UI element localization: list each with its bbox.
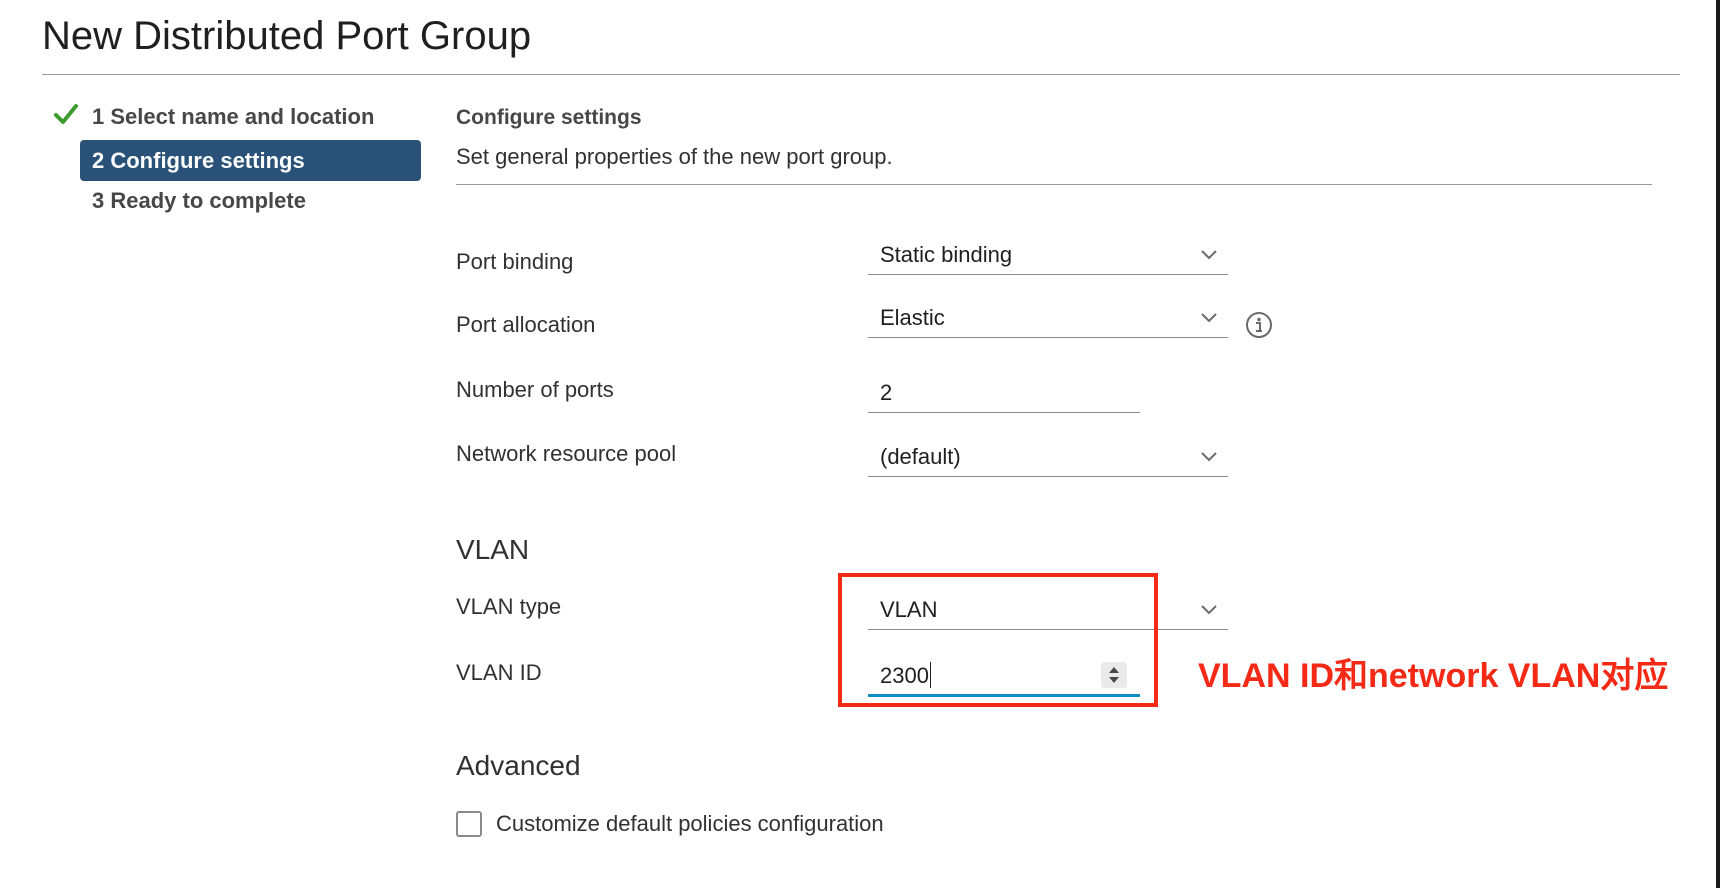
chevron-down-icon	[1200, 247, 1218, 265]
vlan-type-label: VLAN type	[456, 594, 562, 619]
chevron-down-icon	[1200, 602, 1218, 620]
annotation-highlight-box	[838, 573, 1158, 707]
info-icon[interactable]	[1245, 311, 1273, 344]
vlan-heading: VLAN	[456, 534, 530, 565]
network-resource-pool-value: (default)	[880, 444, 961, 469]
step-select-name-location[interactable]: 1 Select name and location	[50, 98, 422, 140]
title-divider	[42, 74, 1680, 75]
dialog-title: New Distributed Port Group	[42, 14, 532, 58]
step-configure-settings[interactable]: 2 Configure settings	[50, 140, 422, 182]
customize-policies-label[interactable]: Customize default policies configuration	[496, 811, 884, 837]
advanced-heading: Advanced	[456, 750, 581, 781]
step-label: 1 Select name and location	[92, 104, 375, 129]
customize-policies-checkbox[interactable]	[456, 811, 482, 837]
check-icon	[54, 103, 78, 131]
vlan-id-label: VLAN ID	[456, 660, 542, 685]
number-of-ports-value: 2	[880, 380, 893, 405]
port-allocation-label: Port allocation	[456, 312, 596, 337]
port-allocation-select[interactable]: Elastic	[868, 297, 1228, 338]
number-of-ports-input[interactable]: 2	[868, 372, 1140, 413]
number-of-ports-label: Number of ports	[456, 377, 614, 402]
port-allocation-value: Elastic	[880, 305, 945, 330]
network-resource-pool-label: Network resource pool	[456, 441, 677, 466]
port-binding-label: Port binding	[456, 249, 574, 274]
section-description: Set general properties of the new port g…	[456, 144, 893, 169]
chevron-down-icon	[1200, 310, 1218, 328]
annotation-text: VLAN ID和network VLAN对应	[1198, 657, 1669, 695]
step-label: 2 Configure settings	[92, 148, 305, 173]
window-edge	[1716, 0, 1720, 888]
step-ready-to-complete[interactable]: 3 Ready to complete	[50, 182, 422, 224]
chevron-down-icon	[1200, 449, 1218, 467]
step-label: 3 Ready to complete	[92, 188, 306, 213]
port-binding-select[interactable]: Static binding	[868, 234, 1228, 275]
section-title: Configure settings	[456, 106, 642, 129]
section-divider	[456, 184, 1652, 185]
port-binding-value: Static binding	[880, 242, 1013, 267]
wizard-steps: 1 Select name and location 2 Configure s…	[50, 98, 422, 224]
network-resource-pool-select[interactable]: (default)	[868, 436, 1228, 477]
